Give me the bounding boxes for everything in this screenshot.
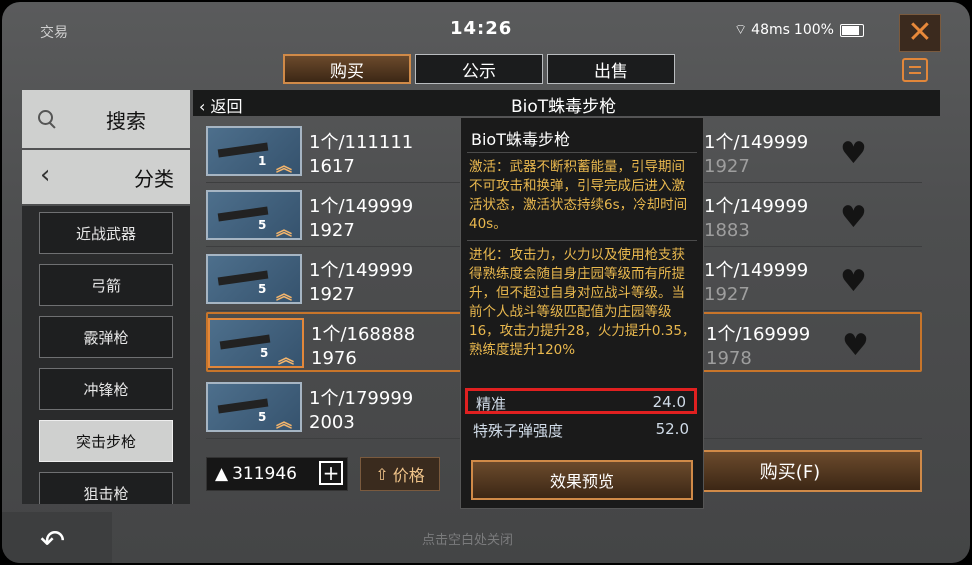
level-badge: 5 [258, 282, 267, 296]
listing-sold: 2003 [309, 412, 355, 433]
listing-sold: 1927 [704, 284, 750, 305]
listing-price: 1个/149999 [309, 196, 414, 217]
item-tooltip: BioT蛛毒步枪 激活：武器不断积蓄能量，引导期间不可攻击和换弹，引导完成后进入… [460, 117, 704, 509]
main-tabs: 购买 公示 出售 [283, 54, 675, 84]
listing-price: 1个/149999 [704, 132, 809, 153]
undo-icon: ↶ [40, 524, 66, 559]
category-assault-rifle[interactable]: 突击步枪 [39, 420, 173, 462]
activation-text: 激活：武器不断积蓄能量，引导期间不可攻击和换弹，引导完成后进入激活状态，激活状态… [469, 159, 688, 232]
tab-publicity[interactable]: 公示 [415, 54, 543, 84]
currency-icon: ▲ [215, 464, 229, 484]
arrow-up-icon: ⇧ [375, 464, 389, 484]
heart-icon[interactable]: ♥ [840, 264, 867, 299]
trade-panel: 交易 14:26 ⌔ 48ms 100% ✕ 购买 公示 出售 搜索 ‹ 分类 … [2, 2, 970, 563]
rank-chevron-icon: ︽ [276, 284, 293, 303]
listing-sold: 1883 [704, 220, 750, 241]
back-label: 返回 [210, 97, 243, 116]
evolution-text: 进化：攻击力，火力以及使用枪支获得熟练度会随自身庄园等级而有所提升，但不超过自身… [469, 247, 696, 358]
effect-preview-button[interactable]: 效果预览 [471, 460, 693, 500]
listing-price: 1个/149999 [309, 260, 414, 281]
back-button[interactable]: ↶ [2, 512, 112, 563]
listing-price: 1个/179999 [309, 388, 414, 409]
heart-icon[interactable]: ♥ [840, 136, 867, 171]
rank-chevron-icon: ︽ [278, 348, 295, 367]
search-label: 搜索 [106, 109, 146, 133]
ping-text: 48ms [751, 22, 790, 38]
rank-chevron-icon: ︽ [276, 412, 293, 431]
back-link[interactable]: ‹ 返回 [199, 93, 243, 117]
weapon-thumbnail: 5 ︽ [208, 318, 304, 368]
listing-price: 1个/168888 [311, 324, 416, 345]
close-button[interactable]: ✕ [899, 14, 941, 52]
chevron-left-icon: ‹ [40, 160, 51, 190]
level-badge: 5 [260, 346, 269, 360]
category-list: 近战武器 弓箭 霰弹枪 冲锋枪 突击步枪 狙击枪 [22, 206, 190, 504]
search-button[interactable]: 搜索 [22, 90, 190, 148]
listing-price: 1个/149999 [704, 260, 809, 281]
balance-value: 311946 [232, 464, 297, 484]
tab-buy[interactable]: 购买 [283, 54, 411, 84]
battery-text: 100% [793, 22, 834, 38]
item-title: BioT蛛毒步枪 [511, 97, 617, 117]
price-sort-label: 价格 [392, 466, 425, 485]
listing-sold: 1976 [311, 348, 357, 369]
level-badge: 5 [258, 218, 267, 232]
category-melee[interactable]: 近战武器 [39, 212, 173, 254]
weapon-thumbnail: 5 ︽ [206, 254, 302, 304]
listing-sold: 1927 [309, 284, 355, 305]
stat-value: 24.0 [652, 393, 686, 411]
system-status: ⌔ 48ms 100% [734, 21, 864, 39]
stat-row-special-bullet: 特殊子弹强度 52.0 [465, 416, 697, 442]
category-smg[interactable]: 冲锋枪 [39, 368, 173, 410]
battery-icon [839, 23, 864, 37]
rank-chevron-icon: ︽ [276, 156, 293, 175]
listing-price: 1个/111111 [309, 132, 414, 153]
listing-price: 1个/169999 [706, 324, 811, 345]
heart-icon[interactable]: ♥ [840, 200, 867, 235]
weapon-thumbnail: 5 ︽ [206, 190, 302, 240]
rank-chevron-icon: ︽ [276, 220, 293, 239]
search-icon [38, 110, 53, 125]
currency-balance: ▲ 311946 + [206, 457, 348, 491]
listing-price: 1个/149999 [704, 196, 809, 217]
add-currency-button[interactable]: + [319, 461, 343, 485]
item-header: ‹ 返回 BioT蛛毒步枪 [193, 90, 940, 117]
category-shotgun[interactable]: 霰弹枪 [39, 316, 173, 358]
category-label: 分类 [134, 167, 174, 191]
trade-screen: 交易 14:26 ⌔ 48ms 100% ✕ 购买 公示 出售 搜索 ‹ 分类 … [0, 0, 972, 565]
heart-icon[interactable]: ♥ [842, 328, 869, 363]
wifi-icon: ⌔ [734, 22, 748, 38]
stat-value: 52.0 [655, 420, 689, 438]
notes-icon[interactable] [902, 58, 928, 82]
price-sort-button[interactable]: ⇧ 价格 [360, 457, 440, 491]
stat-row-accuracy: 精准 24.0 [465, 388, 697, 414]
listing-sold: 1927 [309, 220, 355, 241]
level-badge: 1 [258, 154, 267, 168]
category-sniper[interactable]: 狙击枪 [39, 472, 173, 504]
listing-sold: 1978 [706, 348, 752, 369]
stat-name: 特殊子弹强度 [473, 422, 564, 440]
weapon-thumbnail: 1 ︽ [206, 126, 302, 176]
close-hint: 点击空白处关闭 [422, 533, 514, 548]
stat-name: 精准 [476, 395, 507, 413]
tab-sell[interactable]: 出售 [547, 54, 675, 84]
weapon-thumbnail: 5 ︽ [206, 382, 302, 432]
listing-sold: 1927 [704, 156, 750, 177]
category-bow[interactable]: 弓箭 [39, 264, 173, 306]
clock: 14:26 [450, 18, 513, 39]
divider [467, 152, 697, 153]
level-badge: 5 [258, 410, 267, 424]
tooltip-title: BioT蛛毒步枪 [471, 130, 570, 149]
category-button[interactable]: ‹ 分类 [22, 150, 190, 204]
status-bar: 交易 14:26 ⌔ 48ms 100% ✕ [2, 2, 970, 52]
divider [467, 240, 697, 241]
listing-sold: 1617 [309, 156, 355, 177]
app-title: 交易 [40, 25, 68, 41]
